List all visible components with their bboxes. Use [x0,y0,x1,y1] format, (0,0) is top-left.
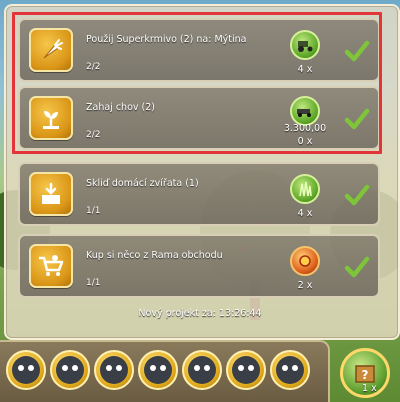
carrot-icon [29,28,73,72]
animal-slot[interactable] [94,350,134,390]
checkmark-icon [344,108,370,130]
shopping-cart-icon [29,244,73,288]
grass-reward-icon [290,174,320,204]
goat-face-icon [188,356,216,384]
goat-face-icon [144,356,172,384]
animal-slot[interactable] [50,350,90,390]
reward-count: 4 x [297,64,313,75]
svg-text:?: ? [362,368,369,382]
task-title: Kup si něco z Rama obchodu [86,250,223,261]
task-title: Zahaj chov (2) [86,102,155,113]
animal-slot[interactable] [182,350,222,390]
tractor-reward-icon [290,30,320,60]
task-row[interactable]: Zahaj chov (2) 2/2 3.300,00 0 x [18,86,380,150]
reward-count: 0 x [297,136,313,147]
goat-face-icon [276,356,304,384]
goat-face-icon [232,356,260,384]
harvest-box-icon [29,172,73,216]
reward-value: 3.300,00 [283,123,327,134]
task-progress: 2/2 [86,130,101,140]
goat-face-icon [12,356,40,384]
checkmark-icon [344,40,370,62]
task-row[interactable]: Skliď domácí zvířata (1) 1/1 4 x [18,162,380,226]
animal-slot[interactable] [226,350,266,390]
animal-slots-bar [0,340,330,402]
new-project-timer: Nový projekt za: 13:26:44 [138,308,262,319]
animal-slot[interactable] [138,350,178,390]
task-title: Použij Superkrmivo (2) na: Mýtina [86,34,247,45]
animal-slot[interactable] [270,350,310,390]
checkmark-icon [344,256,370,278]
reward-count: 1 x [362,383,377,394]
checkmark-icon [344,184,370,206]
task-title: Skliď domácí zvířata (1) [86,178,199,189]
task-progress: 1/1 [86,278,101,288]
sprout-icon [29,96,73,140]
reward-count: 4 x [297,208,313,219]
goat-face-icon [56,356,84,384]
reward-count: 2 x [297,280,313,291]
animal-slot[interactable] [6,350,46,390]
task-progress: 2/2 [86,62,101,72]
task-row[interactable]: Kup si něco z Rama obchodu 1/1 2 x [18,234,380,298]
task-progress: 1/1 [86,206,101,216]
task-row[interactable]: Použij Superkrmivo (2) na: Mýtina 2/2 4 … [18,18,380,82]
goat-face-icon [100,356,128,384]
fire-reward-icon [290,246,320,276]
coin-reward-icon [290,96,320,126]
